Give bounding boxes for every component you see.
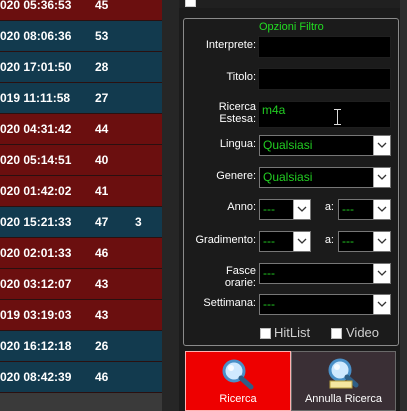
gradimento-from-value: --- — [263, 234, 275, 248]
list-row[interactable]: 020 05:14:51 40 — [0, 145, 162, 176]
row-count: 40 — [95, 153, 109, 167]
fasce-orarie-value: --- — [263, 266, 275, 280]
gradimento-label: Gradimento: — [195, 234, 256, 246]
row-datetime: 020 15:21:33 — [0, 215, 72, 229]
anno-from-value: --- — [263, 202, 275, 216]
list-row[interactable]: 020 17:01:50 28 — [0, 52, 162, 83]
annulla-ricerca-label: Annulla Ricerca — [304, 393, 383, 405]
row-count: 43 — [95, 308, 109, 322]
genere-select[interactable]: Qualsiasi — [259, 167, 391, 188]
genere-label: Genere: — [216, 170, 256, 182]
interprete-label: Interprete: — [205, 39, 256, 51]
chevron-down-icon[interactable] — [293, 232, 310, 251]
ricerca-label-line2: Estesa: — [219, 113, 256, 125]
row-count: 47 — [95, 215, 109, 229]
row-datetime: 019 03:19:03 — [0, 308, 72, 322]
row-count: 28 — [95, 60, 109, 74]
row-datetime: 020 16:12:18 — [0, 339, 72, 353]
ricerca-estesa-value: m4a — [262, 103, 286, 117]
genere-value: Qualsiasi — [263, 170, 313, 184]
row-count: 46 — [95, 246, 109, 260]
text-cursor-icon — [334, 109, 341, 125]
magnifier-cancel-icon — [328, 358, 358, 389]
chevron-down-icon[interactable] — [373, 264, 390, 283]
row-datetime: 020 04:31:42 — [0, 122, 72, 136]
anno-a-label: a: — [324, 201, 334, 213]
list-row[interactable]: 020 05:36:53 45 — [0, 0, 162, 21]
row-count: 43 — [95, 277, 109, 291]
hitlist-label: HitList — [274, 325, 311, 340]
gradimento-a-label: a: — [324, 234, 334, 246]
list-row[interactable]: 019 03:19:03 43 — [0, 300, 162, 331]
list-row[interactable]: 019 11:11:58 27 — [0, 83, 162, 114]
row-count: 41 — [95, 184, 109, 198]
list-row[interactable]: 020 16:12:18 26 — [0, 331, 162, 362]
magnifier-icon — [222, 359, 254, 390]
row-count: 27 — [95, 91, 109, 105]
fasce-orarie-label: Fasce orarie: — [224, 265, 256, 289]
row-datetime: 020 05:36:53 — [0, 0, 72, 12]
titolo-input[interactable] — [258, 68, 391, 90]
list-row[interactable]: 020 03:12:07 43 — [0, 269, 162, 300]
chevron-down-icon[interactable] — [373, 200, 390, 219]
gradimento-from-select[interactable]: --- — [259, 231, 311, 252]
chevron-down-icon[interactable] — [373, 295, 390, 314]
row-count: 44 — [95, 122, 109, 136]
ricerca-label-line1: Ricerca — [218, 101, 256, 113]
anno-to-select[interactable]: --- — [338, 199, 391, 220]
titolo-label: Titolo: — [226, 71, 256, 83]
ricerca-button[interactable]: Ricerca — [185, 351, 291, 411]
row-datetime: 020 05:14:51 — [0, 153, 72, 167]
row-datetime: 020 01:42:02 — [0, 184, 72, 198]
ricerca-estesa-label: Ricerca Estesa: — [201, 101, 256, 125]
row-datetime: 020 08:42:39 — [0, 370, 72, 384]
lingua-label: Lingua: — [219, 138, 256, 150]
row-count: 53 — [95, 29, 109, 43]
fasce-orarie-select[interactable]: --- — [259, 263, 391, 284]
interprete-input[interactable] — [258, 36, 391, 58]
settimana-label: Settimana: — [203, 297, 256, 309]
hitlist-checkbox[interactable] — [260, 328, 271, 339]
annulla-ricerca-button[interactable]: Annulla Ricerca — [291, 351, 396, 411]
ricerca-button-label: Ricerca — [219, 393, 257, 405]
right-edge-strip — [400, 0, 407, 411]
chevron-down-icon[interactable] — [373, 136, 390, 155]
filter-panel: Opzioni Filtro Interprete: Titolo: Ricer… — [179, 0, 407, 411]
filter-group-title: Opzioni Filtro — [259, 21, 324, 33]
list-row[interactable]: 020 15:21:33 47 3 — [0, 207, 162, 238]
ricerca-estesa-input[interactable]: m4a — [258, 101, 391, 128]
row-count: 46 — [95, 370, 109, 384]
list-row[interactable]: 020 08:42:39 46 — [0, 362, 162, 393]
list-row[interactable]: 020 04:31:42 44 — [0, 114, 162, 145]
settimana-select[interactable]: --- — [259, 294, 391, 315]
settimana-value: --- — [263, 297, 275, 311]
row-count: 45 — [95, 0, 109, 12]
gradimento-to-value: --- — [342, 234, 354, 248]
top-checkbox[interactable] — [185, 0, 196, 7]
row-datetime: 020 02:01:33 — [0, 246, 72, 260]
results-list[interactable]: 020 05:36:53 45 020 08:06:36 53 020 17:01:50… — [0, 0, 162, 411]
panel-top-strip — [179, 0, 407, 8]
chevron-down-icon[interactable] — [293, 200, 310, 219]
list-row[interactable]: 020 01:42:02 41 — [0, 176, 162, 207]
row-extra: 3 — [135, 215, 142, 229]
row-datetime: 020 17:01:50 — [0, 60, 72, 74]
list-row[interactable]: 020 08:06:36 53 — [0, 21, 162, 52]
chevron-down-icon[interactable] — [373, 168, 390, 187]
lingua-value: Qualsiasi — [263, 138, 313, 152]
video-label: Video — [346, 325, 380, 340]
lingua-select[interactable]: Qualsiasi — [259, 135, 391, 156]
row-datetime: 020 03:12:07 — [0, 277, 72, 291]
anno-from-select[interactable]: --- — [259, 199, 311, 220]
video-checkbox[interactable] — [331, 328, 342, 339]
row-datetime: 019 11:11:58 — [0, 91, 71, 105]
gradimento-to-select[interactable]: --- — [338, 231, 391, 252]
row-count: 26 — [95, 339, 109, 353]
list-row[interactable]: 020 02:01:33 46 — [0, 238, 162, 269]
anno-to-value: --- — [342, 202, 354, 216]
anno-label: Anno: — [227, 201, 256, 213]
list-scroll-gutter — [162, 0, 179, 411]
chevron-down-icon[interactable] — [373, 232, 390, 251]
row-datetime: 020 08:06:36 — [0, 29, 72, 43]
